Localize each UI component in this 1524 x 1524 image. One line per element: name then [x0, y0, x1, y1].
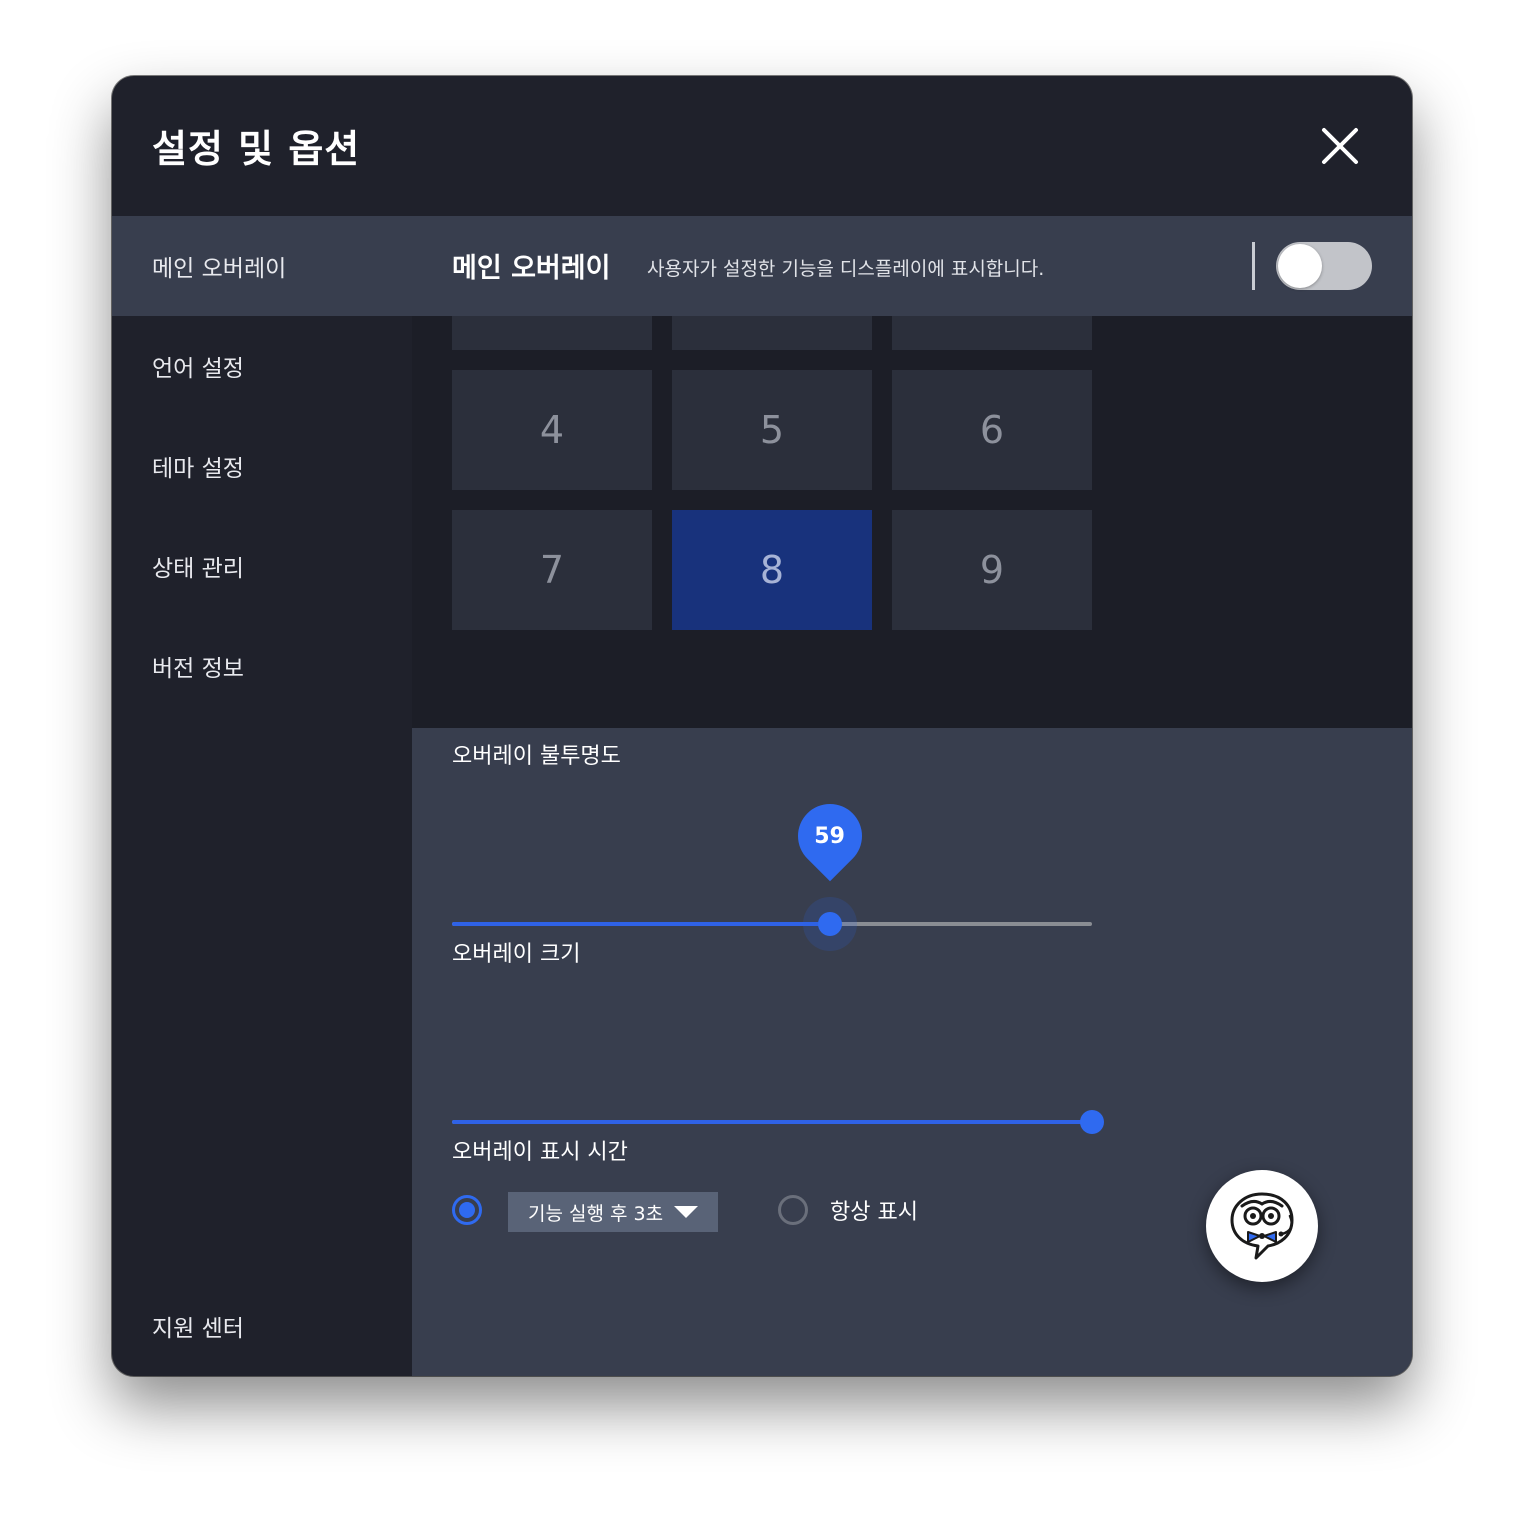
- assistant-mascot-icon: [1230, 1192, 1294, 1260]
- sidebar-item-main-overlay[interactable]: 메인 오버레이: [112, 216, 412, 316]
- sidebar-item-label: 언어 설정: [152, 356, 244, 382]
- grid-cell-7[interactable]: 7: [452, 510, 652, 630]
- sidebar-item-label: 상태 관리: [152, 556, 244, 582]
- sidebar-item-label: 버전 정보: [152, 656, 244, 682]
- settings-window: 설정 및 옵션 메인 오버레이 언어 설정 테마 설정 상태 관리 버전 정보 …: [112, 76, 1412, 1376]
- opacity-label: 오버레이 불투명도: [452, 744, 621, 769]
- window-title: 설정 및 옵션: [152, 127, 361, 171]
- opacity-value: 59: [814, 824, 845, 849]
- slider-thumb[interactable]: [817, 912, 842, 936]
- title-bar: 설정 및 옵션: [112, 76, 1412, 216]
- position-grid: 1 2 3 4 5 6 7 8 9: [412, 316, 1412, 728]
- close-icon: [1322, 128, 1358, 164]
- radio-timed[interactable]: [452, 1195, 482, 1225]
- slider-thumb[interactable]: [1080, 1110, 1104, 1134]
- grid-cell-9[interactable]: 9: [892, 510, 1092, 630]
- sidebar-item-label: 메인 오버레이: [152, 256, 287, 282]
- sidebar-item-label: 테마 설정: [152, 456, 244, 482]
- section-description: 사용자가 설정한 기능을 디스플레이에 표시합니다.: [647, 258, 1045, 280]
- overlay-settings: 오버레이 불투명도 59 오버레이 크기 오버레이 표시 시간 기능 실행 후 …: [412, 728, 1412, 1376]
- grid-cell-8[interactable]: 8: [672, 510, 872, 630]
- dropdown-value: 기능 실행 후 3초: [528, 1202, 664, 1225]
- always-show-label[interactable]: 항상 표시: [830, 1194, 918, 1226]
- sidebar: 메인 오버레이 언어 설정 테마 설정 상태 관리 버전 정보 지원 센터: [112, 216, 412, 1376]
- close-button[interactable]: [1318, 124, 1362, 168]
- sidebar-item-version[interactable]: 버전 정보: [112, 616, 412, 716]
- section-title: 메인 오버레이: [452, 253, 611, 284]
- content-panel: 1 2 3 4 5 6 7 8 9 메인 오버레이 사용자가 설정한 기능을 디…: [412, 216, 1412, 1376]
- section-header: 메인 오버레이 사용자가 설정한 기능을 디스플레이에 표시합니다.: [412, 216, 1412, 316]
- grid-cell-1[interactable]: 1: [452, 316, 652, 350]
- chevron-down-icon: [674, 1206, 698, 1218]
- grid-cell-6[interactable]: 6: [892, 370, 1092, 490]
- slider-fill: [452, 1120, 1092, 1124]
- display-time-dropdown[interactable]: 기능 실행 후 3초: [508, 1192, 718, 1232]
- display-time-label: 오버레이 표시 시간: [452, 1140, 628, 1165]
- size-label: 오버레이 크기: [452, 942, 581, 967]
- sidebar-item-label: 지원 센터: [152, 1316, 244, 1342]
- radio-always[interactable]: [778, 1195, 808, 1225]
- sidebar-item-support[interactable]: 지원 센터: [112, 1276, 412, 1376]
- overlay-toggle[interactable]: [1276, 242, 1372, 290]
- help-assistant-button[interactable]: [1206, 1170, 1318, 1282]
- sidebar-item-language[interactable]: 언어 설정: [112, 316, 412, 416]
- toggle-knob: [1278, 244, 1322, 288]
- slider-fill: [452, 922, 830, 926]
- grid-cell-5[interactable]: 5: [672, 370, 872, 490]
- divider: [1252, 242, 1255, 290]
- grid-cell-2[interactable]: 2: [672, 316, 872, 350]
- sidebar-item-status[interactable]: 상태 관리: [112, 516, 412, 616]
- grid-cell-3[interactable]: 3: [892, 316, 1092, 350]
- grid-cell-4[interactable]: 4: [452, 370, 652, 490]
- sidebar-item-theme[interactable]: 테마 설정: [112, 416, 412, 516]
